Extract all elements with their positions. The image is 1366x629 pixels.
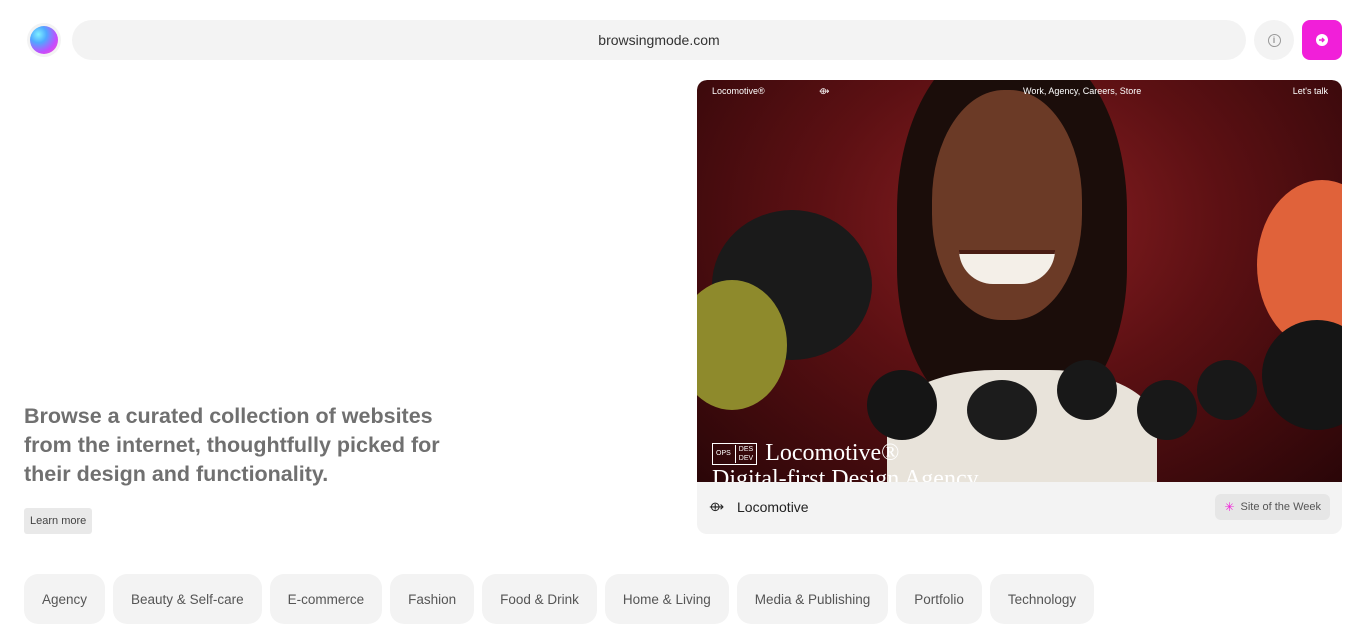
app-logo[interactable]	[30, 26, 58, 54]
arrow-right-icon	[1316, 34, 1328, 46]
preview-nav-links: Work, Agency, Careers, Store	[1023, 86, 1142, 96]
microphone	[867, 370, 937, 440]
info-button[interactable]: i	[1254, 20, 1294, 60]
category-fashion[interactable]: Fashion	[390, 574, 475, 624]
preview-wordmark-row: OPS DES DEV Locomotive®	[712, 440, 899, 467]
category-beauty-self-care[interactable]: Beauty & Self-care	[113, 574, 262, 624]
microphone	[1262, 320, 1342, 430]
locomotive-mark-icon: ⟴	[819, 86, 830, 96]
category-home-living[interactable]: Home & Living	[604, 574, 729, 624]
preview-brand: Locomotive®	[712, 86, 765, 96]
card-footer: ⟴ Locomotive ✳ Site of the Week	[697, 482, 1342, 534]
preview-tagline: Digital-first Design Agency	[712, 466, 979, 482]
category-e-commerce[interactable]: E-commerce	[269, 574, 383, 624]
preview-wordmark: Locomotive®	[765, 440, 900, 466]
site-logo-icon: ⟴	[709, 499, 725, 514]
badge-label: Site of the Week	[1240, 501, 1321, 513]
site-preview-image[interactable]: Locomotive® ⟴ Work, Agency, Careers, Sto…	[697, 80, 1342, 482]
address-bar[interactable]: browsingmode.com	[72, 20, 1246, 60]
microphone	[1137, 380, 1197, 440]
category-technology[interactable]: Technology	[989, 574, 1095, 624]
microphone	[1197, 360, 1257, 420]
category-portfolio[interactable]: Portfolio	[896, 574, 982, 624]
info-icon: i	[1267, 33, 1281, 47]
learn-more-button[interactable]: Learn more	[24, 508, 93, 534]
category-media-publishing[interactable]: Media & Publishing	[736, 574, 889, 624]
category-list: Agency Beauty & Self-care E-commerce Fas…	[24, 574, 1095, 624]
category-food-drink[interactable]: Food & Drink	[482, 574, 597, 624]
preview-cta: Let's talk	[1292, 86, 1328, 96]
preview-face	[932, 90, 1082, 320]
site-name[interactable]: Locomotive	[737, 499, 809, 515]
category-agency[interactable]: Agency	[24, 574, 106, 624]
go-button[interactable]	[1302, 20, 1342, 60]
preview-badge: OPS DES DEV	[712, 442, 758, 465]
featured-site-card[interactable]: Locomotive® ⟴ Work, Agency, Careers, Sto…	[697, 80, 1342, 534]
microphone	[967, 380, 1037, 440]
site-of-the-week-badge: ✳ Site of the Week	[1215, 494, 1330, 520]
microphone	[1057, 360, 1117, 420]
address-bar-url: browsingmode.com	[598, 32, 720, 48]
page-headline: Browse a curated collection of websites …	[24, 404, 440, 486]
star-icon: ✳	[1224, 500, 1235, 514]
